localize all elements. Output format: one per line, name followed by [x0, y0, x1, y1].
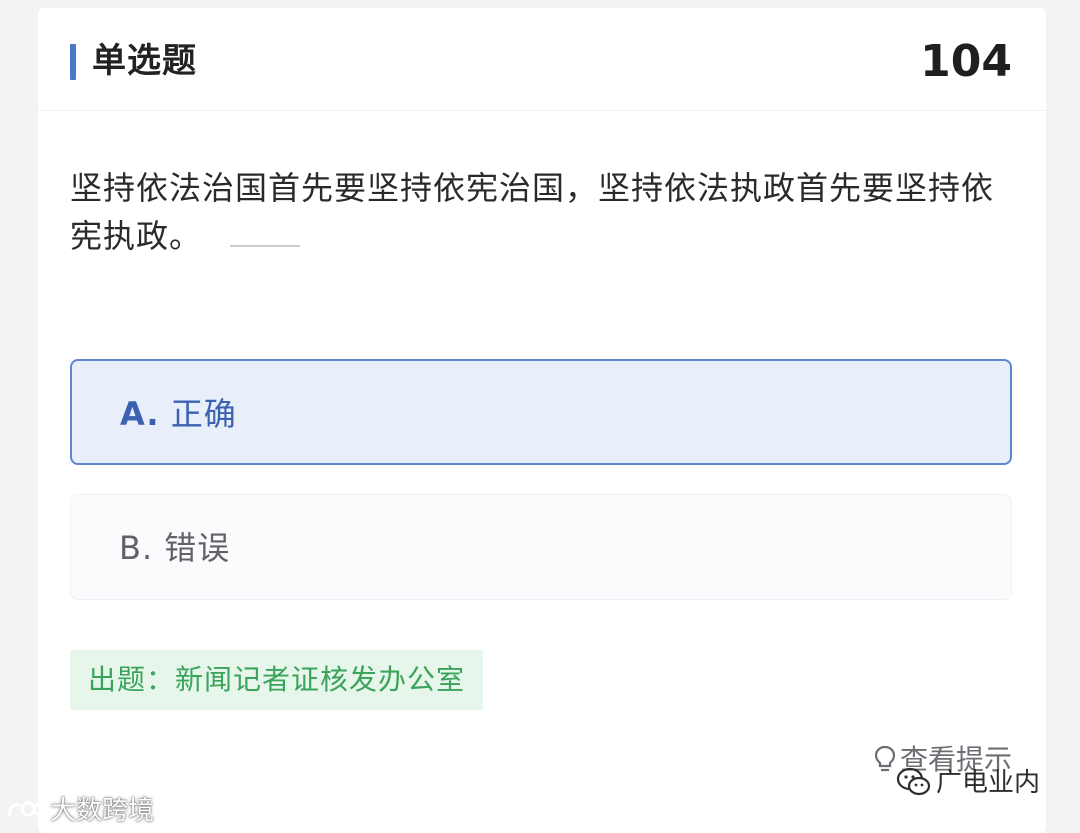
question-number: 104	[920, 36, 1012, 87]
question-text: 坚持依法治国首先要坚持依宪治国，坚持依法执政首先要坚持依宪执政。	[70, 169, 995, 255]
answer-blank	[230, 245, 301, 247]
brand-logo-icon	[8, 801, 46, 818]
option-b-text: 错误	[164, 529, 231, 567]
title-accent-bar	[70, 44, 76, 80]
lightbulb-icon	[874, 745, 896, 772]
question-card: 单选题 104 坚持依法治国首先要坚持依宪治国，坚持依法执政首先要坚持依宪执政。…	[38, 8, 1046, 833]
option-b-letter: B.	[119, 529, 154, 567]
source-badge: 出题：新闻记者证核发办公室	[70, 650, 484, 710]
wechat-icon	[896, 767, 931, 796]
watermark-right: 广电业内	[896, 766, 1040, 800]
question-text-block: 坚持依法治国首先要坚持依宪治国，坚持依法执政首先要坚持依宪执政。	[70, 164, 1020, 260]
option-a-letter: A.	[120, 395, 160, 433]
watermark-left-text: 大数跨境	[50, 796, 155, 826]
watermark-left: 大数跨境	[6, 794, 154, 828]
option-a-button[interactable]: A. 正确	[70, 359, 1012, 465]
option-b-button[interactable]: B. 错误	[70, 494, 1012, 600]
card-header: 单选题 104	[38, 8, 1046, 111]
watermark-right-text: 广电业内	[935, 768, 1040, 798]
question-type-title: 单选题	[92, 41, 197, 81]
option-a-text: 正确	[170, 395, 237, 433]
